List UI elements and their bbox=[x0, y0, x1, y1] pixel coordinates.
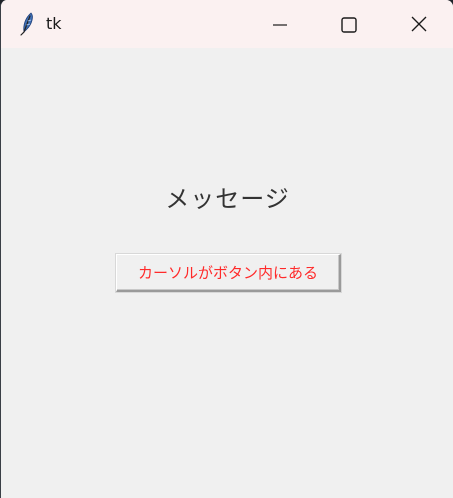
maximize-icon bbox=[341, 17, 357, 33]
maximize-button[interactable] bbox=[318, 0, 380, 48]
title-bar[interactable]: tk bbox=[1, 0, 453, 48]
feather-icon bbox=[19, 12, 35, 36]
minimize-button[interactable] bbox=[249, 0, 311, 48]
client-area: メッセージ カーソルがボタン内にある bbox=[1, 48, 453, 498]
close-button[interactable] bbox=[388, 0, 450, 48]
message-label: メッセージ bbox=[165, 185, 290, 213]
window-title: tk bbox=[46, 14, 62, 33]
app-window: tk メッセージ カーソルがボタン内にある bbox=[0, 0, 453, 498]
hover-button[interactable]: カーソルがボタン内にある bbox=[116, 254, 341, 292]
minimize-icon bbox=[273, 24, 287, 26]
close-icon bbox=[411, 16, 427, 32]
